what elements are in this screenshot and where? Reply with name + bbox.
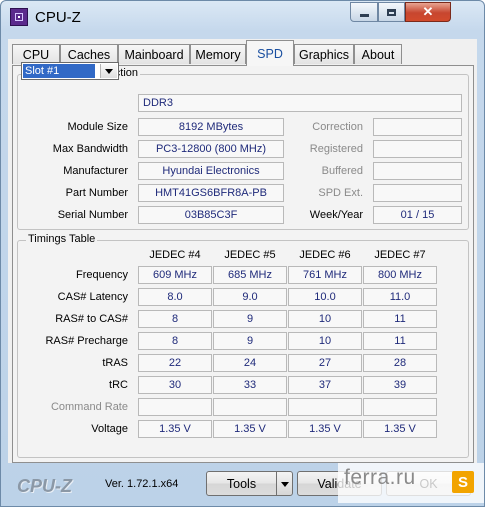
- timing-cell: 28: [363, 354, 437, 372]
- timing-cell: 609 MHz: [138, 266, 212, 284]
- timing-cell: [138, 398, 212, 416]
- max-bandwidth-label: Max Bandwidth: [52, 143, 128, 155]
- serial-number-label: Serial Number: [57, 209, 128, 221]
- slot-select-value: Slot #1: [23, 64, 95, 78]
- close-icon: ✕: [422, 4, 434, 19]
- timing-row-label: Command Rate: [50, 401, 128, 413]
- timing-cell: 1.35 V: [138, 420, 212, 438]
- window-title: CPU-Z: [35, 9, 81, 26]
- timing-cell: 10: [288, 310, 362, 328]
- timing-cell: 27: [288, 354, 362, 372]
- registered-label: Registered: [309, 143, 363, 155]
- title-bar[interactable]: CPU-Z ✕: [1, 1, 484, 35]
- timings-column-header: JEDEC #7: [374, 249, 426, 261]
- timing-cell: [213, 398, 287, 416]
- module-size-field: 8192 MBytes: [138, 118, 284, 136]
- tab-spd[interactable]: SPD: [246, 40, 294, 66]
- timing-row-label: CAS# Latency: [57, 291, 128, 303]
- manufacturer-field: Hyundai Electronics: [138, 162, 284, 180]
- timings-column-header: JEDEC #6: [299, 249, 351, 261]
- maximize-button[interactable]: [378, 2, 405, 22]
- week-year-label: Week/Year: [309, 209, 363, 221]
- tab-cpu[interactable]: CPU: [12, 44, 60, 64]
- slot-select[interactable]: Slot #1: [21, 62, 119, 80]
- timing-cell: 24: [213, 354, 287, 372]
- timing-cell: 1.35 V: [363, 420, 437, 438]
- timing-cell: 37: [288, 376, 362, 394]
- timing-row-label: Frequency: [76, 269, 128, 281]
- part-number-field: HMT41GS6BFR8A-PB: [138, 184, 284, 202]
- group-title-timings: Timings Table: [26, 233, 98, 245]
- cpuz-brand-logo: CPU-Z: [17, 476, 72, 496]
- tab-mainboard[interactable]: Mainboard: [118, 44, 190, 64]
- timing-cell: 10: [288, 332, 362, 350]
- tab-graphics[interactable]: Graphics: [294, 44, 354, 64]
- cpuz-app-icon[interactable]: [10, 8, 28, 26]
- tab-caches[interactable]: Caches: [60, 44, 118, 64]
- tab-memory[interactable]: Memory: [190, 44, 246, 64]
- timings-column-header: JEDEC #4: [149, 249, 201, 261]
- timing-cell: 8: [138, 310, 212, 328]
- buffered-label: Buffered: [321, 165, 363, 177]
- close-button[interactable]: ✕: [405, 2, 451, 22]
- timing-cell: 11.0: [363, 288, 437, 306]
- timing-cell: 30: [138, 376, 212, 394]
- timing-row-label: tRAS: [102, 357, 128, 369]
- timing-cell: 10.0: [288, 288, 362, 306]
- buffered-field: [373, 162, 462, 180]
- timing-cell: 9.0: [213, 288, 287, 306]
- memory-type-field: DDR3: [138, 94, 462, 112]
- registered-field: [373, 140, 462, 158]
- timing-cell: [288, 398, 362, 416]
- serial-number-field: 03B85C3F: [138, 206, 284, 224]
- timing-cell: 39: [363, 376, 437, 394]
- timing-cell: [363, 398, 437, 416]
- watermark-text: ferra.ru: [344, 466, 416, 489]
- module-size-label: Module Size: [67, 121, 128, 133]
- timing-cell: 8: [138, 332, 212, 350]
- timing-cell: 1.35 V: [288, 420, 362, 438]
- timing-cell: 33: [213, 376, 287, 394]
- correction-field: [373, 118, 462, 136]
- watermark-logo-icon: S: [452, 471, 474, 493]
- timing-cell: 761 MHz: [288, 266, 362, 284]
- part-number-label: Part Number: [65, 187, 128, 199]
- timing-cell: 9: [213, 332, 287, 350]
- timing-row-label: RAS# to CAS#: [55, 313, 128, 325]
- minimize-button[interactable]: [350, 2, 378, 22]
- timing-cell: 8.0: [138, 288, 212, 306]
- version-label: Ver. 1.72.1.x64: [105, 478, 179, 490]
- tools-dropdown-arrow-icon[interactable]: [276, 471, 293, 496]
- week-year-field: 01 / 15: [373, 206, 462, 224]
- timing-cell: 22: [138, 354, 212, 372]
- timing-row-label: RAS# Precharge: [45, 335, 128, 347]
- timing-cell: 685 MHz: [213, 266, 287, 284]
- tools-button[interactable]: Tools: [206, 471, 277, 496]
- minimize-icon: [359, 13, 369, 17]
- spd-ext-field: [373, 184, 462, 202]
- timing-cell: 9: [213, 310, 287, 328]
- maximize-icon: [387, 8, 396, 16]
- timing-cell: 800 MHz: [363, 266, 437, 284]
- timing-cell: 11: [363, 332, 437, 350]
- chevron-down-icon[interactable]: [100, 64, 117, 78]
- correction-label: Correction: [312, 121, 363, 133]
- max-bandwidth-field: PC3-12800 (800 MHz): [138, 140, 284, 158]
- cpuz-window: CPU-Z ✕ CPU Caches Mainboard Memory SPD …: [0, 0, 485, 507]
- timing-cell: 1.35 V: [213, 420, 287, 438]
- timing-row-label: tRC: [109, 379, 128, 391]
- timing-row-label: Voltage: [91, 423, 128, 435]
- tab-about[interactable]: About: [354, 44, 402, 64]
- timing-cell: 11: [363, 310, 437, 328]
- timings-column-header: JEDEC #5: [224, 249, 276, 261]
- spd-ext-label: SPD Ext.: [318, 187, 363, 199]
- manufacturer-label: Manufacturer: [63, 165, 128, 177]
